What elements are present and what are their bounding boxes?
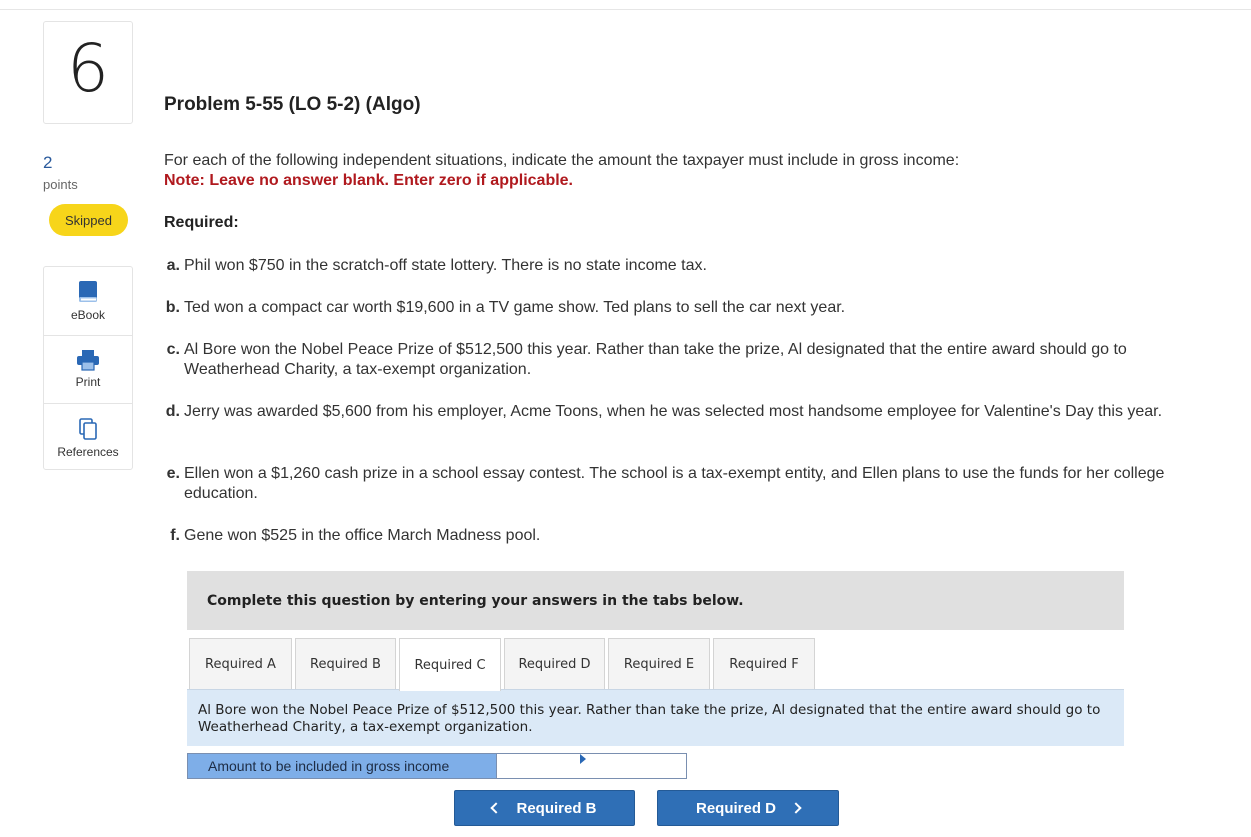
references-label: References [57, 445, 118, 459]
ebook-button[interactable]: eBook [44, 267, 132, 335]
points-label: points [43, 177, 78, 192]
list-item: e. Ellen won a $1,260 cash prize in a sc… [164, 464, 1194, 504]
item-letter: b. [164, 298, 184, 318]
item-letter: f. [164, 526, 184, 546]
panel-header: Complete this question by entering your … [187, 571, 1124, 630]
problem-title: Problem 5-55 (LO 5-2) (Algo) [164, 94, 421, 116]
print-button[interactable]: Print [44, 335, 132, 403]
tab-required-f[interactable]: Required F [713, 638, 815, 690]
problem-intro: For each of the following independent si… [164, 152, 959, 170]
printer-icon [76, 349, 100, 371]
next-required-button[interactable]: Required D [657, 790, 839, 826]
tab-required-b[interactable]: Required B [295, 638, 396, 690]
item-letter: e. [164, 464, 184, 504]
list-item: a. Phil won $750 in the scratch-off stat… [164, 256, 1194, 276]
item-text: Jerry was awarded $5,600 from his employ… [184, 402, 1194, 422]
list-item: d. Jerry was awarded $5,600 from his emp… [164, 402, 1194, 422]
ebook-label: eBook [71, 308, 105, 322]
book-icon [77, 280, 99, 304]
tab-required-d[interactable]: Required D [504, 638, 605, 690]
required-tabs: Required A Required B Required C Require… [189, 638, 818, 690]
item-text: Gene won $525 in the office March Madnes… [184, 526, 1194, 546]
copy-icon [77, 417, 99, 441]
item-letter: c. [164, 340, 184, 380]
points-value: 2 [43, 153, 52, 173]
tab-content: Al Bore won the Nobel Peace Prize of $51… [187, 689, 1124, 746]
item-letter: d. [164, 402, 184, 422]
item-text: Al Bore won the Nobel Peace Prize of $51… [184, 340, 1194, 380]
list-item: c. Al Bore won the Nobel Peace Prize of … [164, 340, 1194, 380]
references-button[interactable]: References [44, 403, 132, 469]
tools-panel: eBook Print References [43, 266, 133, 470]
input-marker-icon [580, 754, 586, 764]
chevron-right-icon [790, 802, 801, 813]
item-text: Ellen won a $1,260 cash prize in a schoo… [184, 464, 1194, 504]
required-heading: Required: [164, 214, 239, 232]
item-text: Phil won $750 in the scratch-off state l… [184, 256, 1194, 276]
print-label: Print [76, 375, 101, 389]
question-number: 6 [67, 36, 109, 102]
tab-required-c[interactable]: Required C [399, 638, 501, 691]
item-letter: a. [164, 256, 184, 276]
list-item: f. Gene won $525 in the office March Mad… [164, 526, 1194, 546]
prev-required-button[interactable]: Required B [454, 790, 635, 826]
item-text: Ted won a compact car worth $19,600 in a… [184, 298, 1194, 318]
answer-label: Amount to be included in gross income [188, 754, 496, 778]
prev-button-label: Required B [516, 800, 596, 817]
gross-income-input[interactable] [496, 754, 686, 778]
chevron-left-icon [491, 802, 502, 813]
tab-required-a[interactable]: Required A [189, 638, 292, 690]
problem-note: Note: Leave no answer blank. Enter zero … [164, 172, 573, 190]
list-item: b. Ted won a compact car worth $19,600 i… [164, 298, 1194, 318]
status-badge: Skipped [49, 204, 128, 236]
tab-required-e[interactable]: Required E [608, 638, 710, 690]
answer-row: Amount to be included in gross income [187, 753, 687, 779]
question-number-box: 6 [43, 21, 133, 124]
next-button-label: Required D [696, 800, 776, 817]
panel-header-text: Complete this question by entering your … [207, 593, 744, 609]
top-divider [0, 9, 1251, 10]
